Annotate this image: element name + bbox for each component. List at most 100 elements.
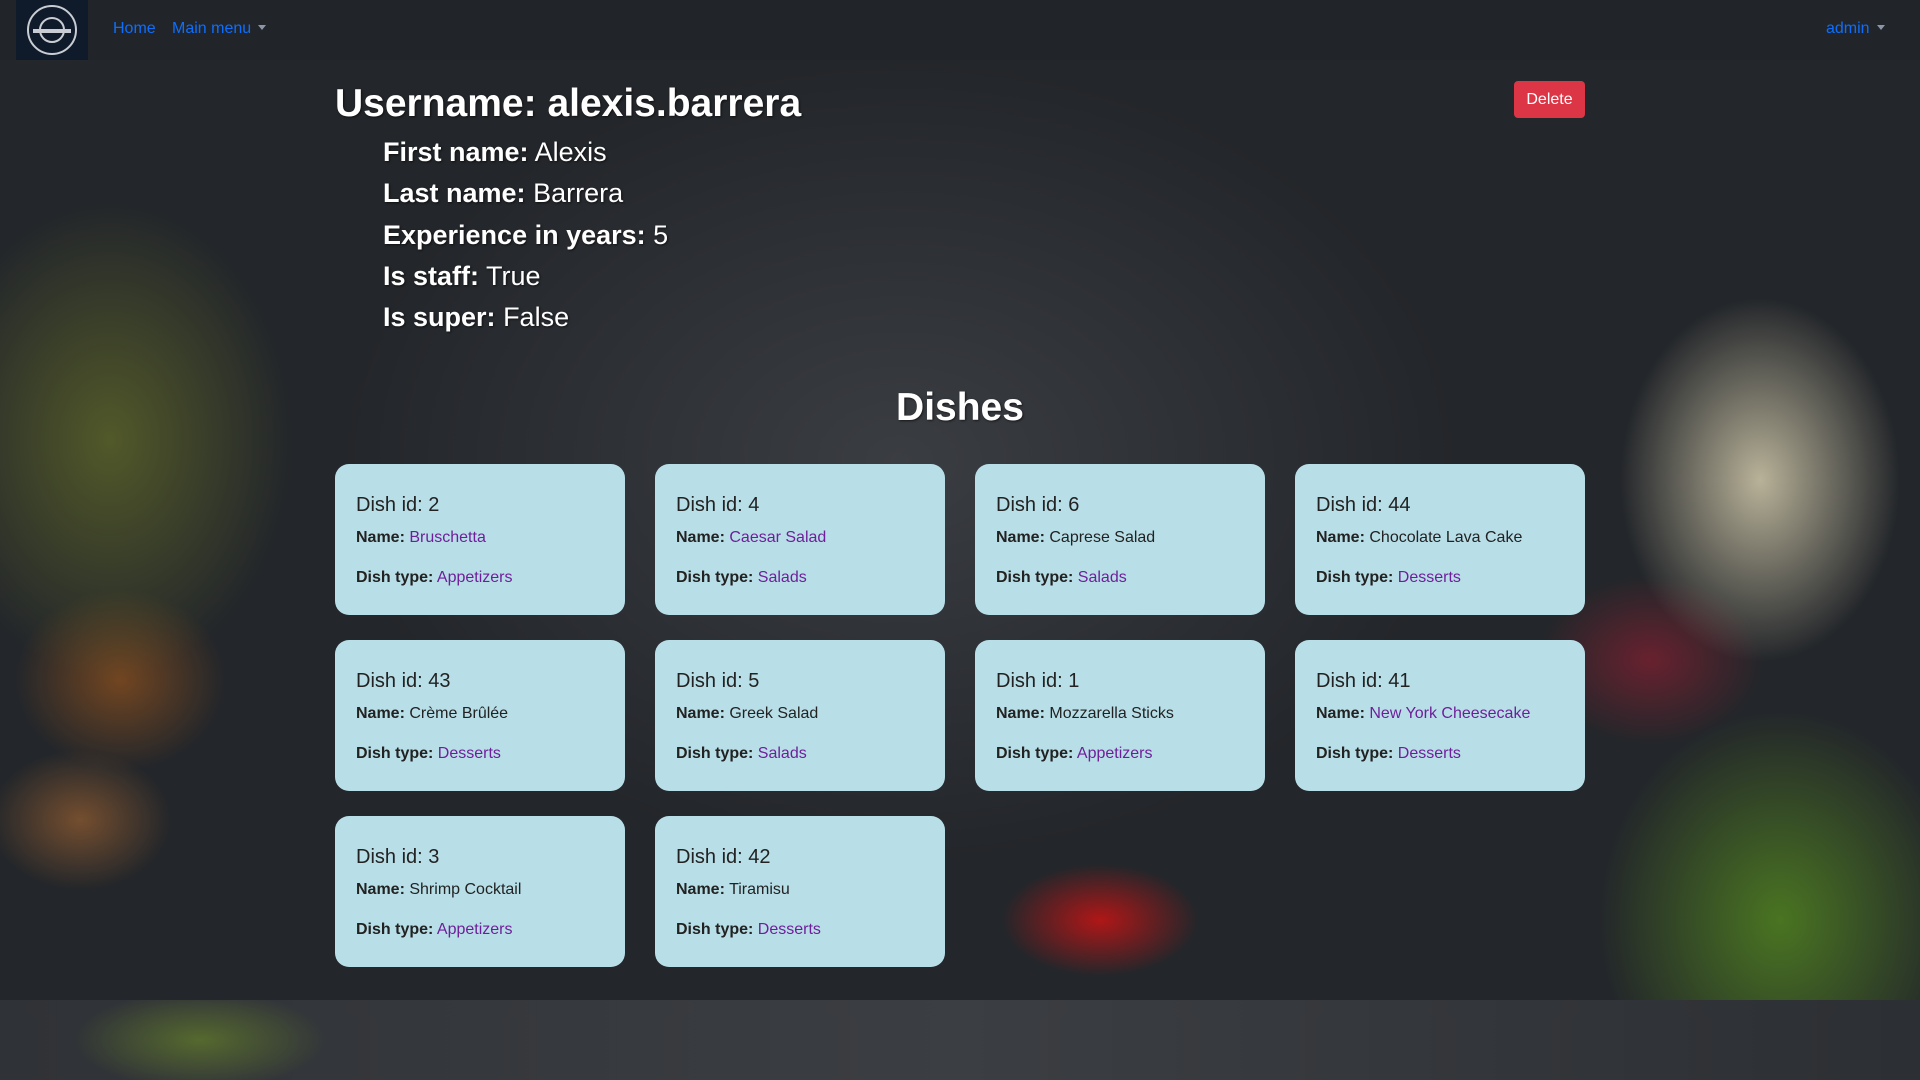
dish-type-label: Dish type: (676, 569, 754, 586)
dish-card-title: Dish id: 41 (1316, 670, 1565, 693)
dish-card: Dish id: 2 Name: Bruschetta Dish type: App… (335, 464, 625, 615)
dish-name-label: Name: (356, 705, 405, 722)
dish-type-label: Dish type: (676, 921, 754, 938)
dishes-heading: Dishes (896, 386, 1024, 429)
dish-id-label: Dish id: (356, 670, 423, 692)
profile-is-staff: Is staff: True (383, 261, 541, 292)
profile-username: Username: alexis.barrera (335, 82, 801, 126)
dish-type-row: Dish type: Desserts (356, 745, 605, 763)
nav-main-menu-dropdown[interactable]: Main menu (172, 20, 266, 38)
nav-user-dropdown[interactable]: admin (1826, 20, 1885, 38)
dish-name-label: Name: (676, 529, 725, 546)
first-name-label: First name: (383, 137, 529, 167)
dish-id-label: Dish id: (676, 846, 743, 868)
dish-type-link[interactable]: Appetizers (1077, 745, 1153, 762)
dish-name-label: Name: (676, 881, 725, 898)
dish-type-row: Dish type: Salads (996, 569, 1245, 587)
dish-name-value: Tiramisu (729, 881, 790, 898)
dish-name-row: Name: Crème Brûlée (356, 705, 605, 723)
dish-name-row: Name: Mozzarella Sticks (996, 705, 1245, 723)
dish-grid: Dish id: 2 Name: Bruschetta Dish type: App… (335, 464, 1585, 967)
dish-card-title: Dish id: 5 (676, 670, 925, 693)
dish-id-label: Dish id: (1316, 494, 1383, 516)
dish-type-link[interactable]: Desserts (1398, 745, 1461, 762)
dish-id-value: 1 (1068, 670, 1080, 692)
dish-name-link[interactable]: New York Cheesecake (1369, 705, 1530, 722)
dish-name-row: Name: Greek Salad (676, 705, 925, 723)
logo-emblem-icon (27, 5, 77, 55)
nav-home-link[interactable]: Home (113, 20, 156, 38)
dish-type-link[interactable]: Desserts (438, 745, 501, 762)
dish-card: Dish id: 44 Name: Chocolate Lava Cake Dish… (1295, 464, 1585, 615)
experience-label: Experience in years: (383, 220, 646, 250)
dish-id-value: 3 (428, 846, 440, 868)
dish-id-value: 42 (748, 846, 771, 868)
dish-id-value: 2 (428, 494, 440, 516)
dish-name-value: Shrimp Cocktail (409, 881, 522, 898)
dish-type-row: Dish type: Appetizers (356, 921, 605, 939)
dish-name-value: Greek Salad (729, 705, 819, 722)
dish-card-title: Dish id: 3 (356, 846, 605, 869)
dish-id-label: Dish id: (356, 846, 423, 868)
dish-name-value: Chocolate Lava Cake (1369, 529, 1523, 546)
dish-id-label: Dish id: (676, 494, 743, 516)
dish-card: Dish id: 4 Name: Caesar Salad Dish type: S… (655, 464, 945, 615)
dish-card: Dish id: 3 Name: Shrimp Cocktail Dish type… (335, 816, 625, 967)
dish-card: Dish id: 1 Name: Mozzarella Sticks Dish ty… (975, 640, 1265, 791)
dish-type-label: Dish type: (356, 921, 434, 938)
is-staff-value: True (486, 261, 541, 291)
dish-name-row: Name: Bruschetta (356, 529, 605, 547)
dish-name-label: Name: (1316, 705, 1365, 722)
dish-name-label: Name: (996, 705, 1045, 722)
dish-id-value: 43 (428, 670, 451, 692)
dish-name-link[interactable]: Bruschetta (409, 529, 485, 546)
dish-type-link[interactable]: Salads (1078, 569, 1127, 586)
dish-name-label: Name: (676, 705, 725, 722)
dish-card: Dish id: 5 Name: Greek Salad Dish type: Sa… (655, 640, 945, 791)
dish-type-link[interactable]: Salads (758, 745, 807, 762)
dish-name-row: Name: Shrimp Cocktail (356, 881, 605, 899)
dish-card: Dish id: 41 Name: New York Cheesecake Dish… (1295, 640, 1585, 791)
dish-name-link[interactable]: Caesar Salad (729, 529, 826, 546)
dish-type-label: Dish type: (1316, 745, 1394, 762)
dish-id-label: Dish id: (996, 494, 1063, 516)
experience-value: 5 (653, 220, 669, 250)
dish-type-row: Dish type: Salads (676, 569, 925, 587)
dish-type-link[interactable]: Appetizers (437, 569, 513, 586)
delete-button[interactable]: Delete (1514, 81, 1585, 118)
username-value: alexis.barrera (547, 82, 802, 125)
is-super-value: False (503, 302, 570, 332)
dish-name-value: Caprese Salad (1049, 529, 1156, 546)
last-name-label: Last name: (383, 178, 526, 208)
dish-name-row: Name: Chocolate Lava Cake (1316, 529, 1565, 547)
dish-type-label: Dish type: (1316, 569, 1394, 586)
dish-type-label: Dish type: (356, 569, 434, 586)
dish-id-value: 41 (1388, 670, 1411, 692)
dish-card-title: Dish id: 42 (676, 846, 925, 869)
dish-name-value: Crème Brûlée (409, 705, 509, 722)
dish-type-row: Dish type: Appetizers (996, 745, 1245, 763)
dish-name-row: Name: Caesar Salad (676, 529, 925, 547)
dish-type-link[interactable]: Desserts (1398, 569, 1461, 586)
dish-name-label: Name: (996, 529, 1045, 546)
restaurant-logo[interactable] (16, 0, 88, 60)
username-label: Username: (335, 82, 537, 125)
background-footer-strip (0, 1000, 1920, 1080)
dish-card: Dish id: 42 Name: Tiramisu Dish type: Dess… (655, 816, 945, 967)
dish-type-link[interactable]: Desserts (758, 921, 821, 938)
dish-type-link[interactable]: Salads (758, 569, 807, 586)
dish-id-value: 44 (1388, 494, 1411, 516)
dish-name-label: Name: (1316, 529, 1365, 546)
dish-id-label: Dish id: (996, 670, 1063, 692)
profile-last-name: Last name: Barrera (383, 178, 623, 209)
dish-card-title: Dish id: 44 (1316, 494, 1565, 517)
dish-type-link[interactable]: Appetizers (437, 921, 513, 938)
dish-id-value: 4 (748, 494, 760, 516)
dish-name-label: Name: (356, 529, 405, 546)
dish-name-row: Name: Caprese Salad (996, 529, 1245, 547)
dish-type-label: Dish type: (996, 745, 1074, 762)
dish-card-title: Dish id: 2 (356, 494, 605, 517)
last-name-value: Barrera (533, 178, 624, 208)
profile-experience: Experience in years: 5 (383, 220, 668, 251)
profile-is-super: Is super: False (383, 302, 569, 333)
